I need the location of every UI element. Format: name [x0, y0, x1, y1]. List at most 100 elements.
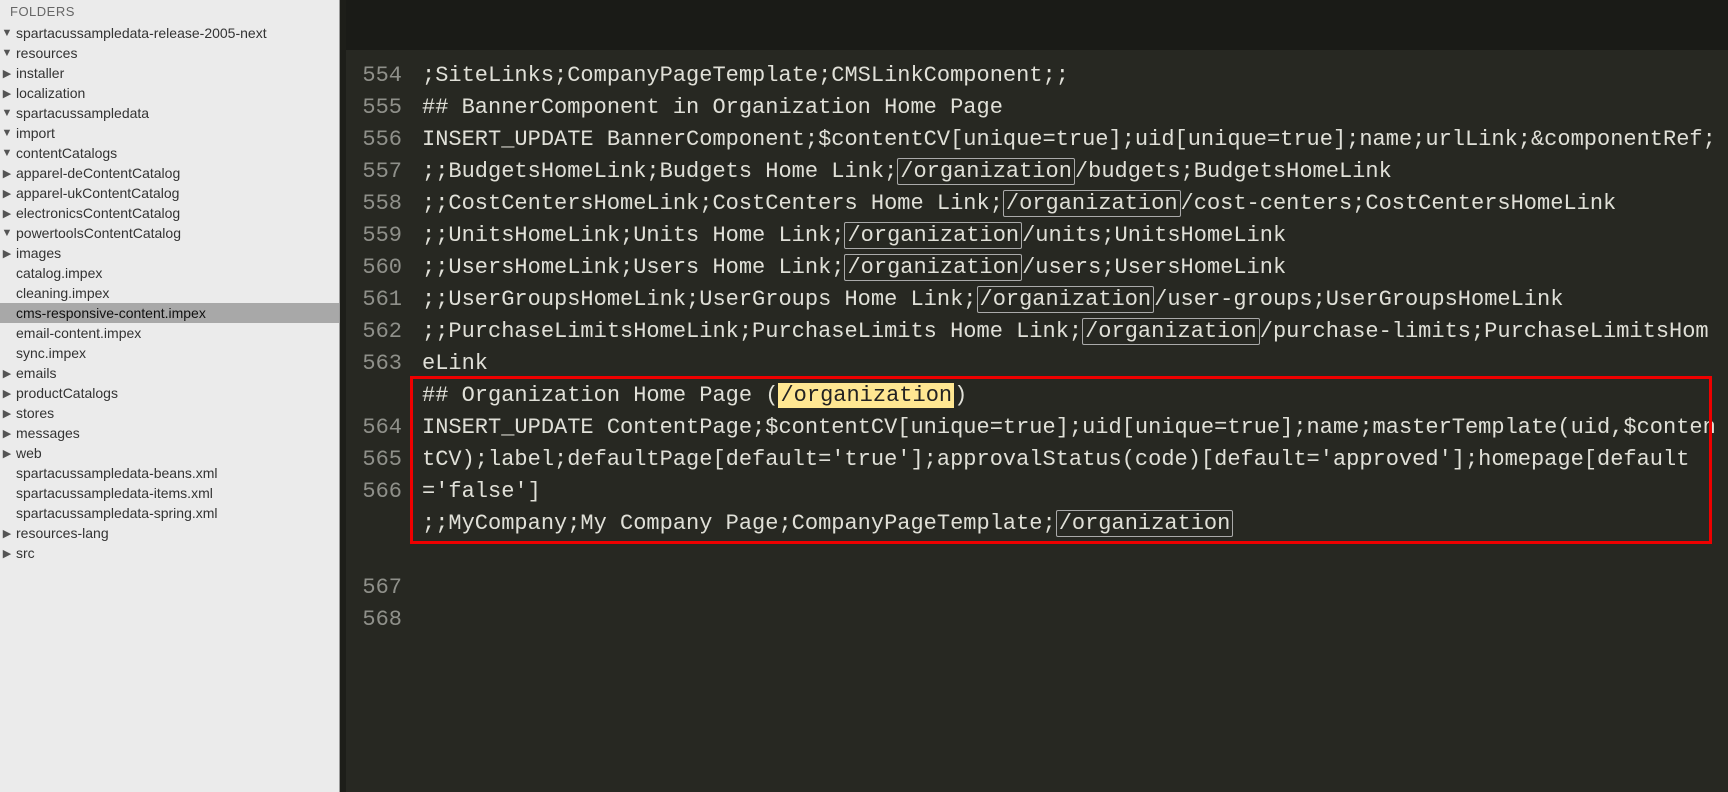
file-item[interactable]: spartacussampledata-items.xml	[0, 483, 339, 503]
file-item[interactable]: cms-responsive-content.impex	[0, 303, 339, 323]
code-area[interactable]: ;SiteLinks;CompanyPageTemplate;CMSLinkCo…	[416, 50, 1728, 792]
folder-item[interactable]: ▼contentCatalogs	[0, 143, 339, 163]
code-line[interactable]: ;;UsersHomeLink;Users Home Link;/organiz…	[422, 252, 1720, 284]
code-line[interactable]: ;;MyCompany;My Company Page;CompanyPageT…	[422, 508, 1720, 540]
code-line[interactable]: ;;UserGroupsHomeLink;UserGroups Home Lin…	[422, 284, 1720, 316]
tree-label: spartacussampledata-items.xml	[14, 485, 213, 501]
code-line[interactable]: INSERT_UPDATE ContentPage;$contentCV[uni…	[422, 412, 1720, 508]
line-number: 564	[346, 412, 402, 444]
tree-label: emails	[14, 365, 56, 381]
chevron-right-icon: ▶	[0, 207, 14, 220]
line-number: 557	[346, 156, 402, 188]
code-text: )	[954, 383, 967, 408]
folder-item[interactable]: ▶messages	[0, 423, 339, 443]
tree-label: spartacussampledata-spring.xml	[14, 505, 218, 521]
chevron-down-icon: ▼	[0, 127, 14, 139]
folder-item[interactable]: ▶web	[0, 443, 339, 463]
file-item[interactable]: catalog.impex	[0, 263, 339, 283]
chevron-right-icon: ▶	[0, 527, 14, 540]
folder-item[interactable]: ▶resources-lang	[0, 523, 339, 543]
file-item[interactable]: email-content.impex	[0, 323, 339, 343]
code-text: ## BannerComponent in Organization Home …	[422, 95, 1003, 120]
search-match: /organization	[977, 286, 1155, 313]
line-number: 558	[346, 188, 402, 220]
folder-item[interactable]: ▶productCatalogs	[0, 383, 339, 403]
folder-item[interactable]: ▼import	[0, 123, 339, 143]
file-item[interactable]: spartacussampledata-spring.xml	[0, 503, 339, 523]
code-line[interactable]: ;;CostCentersHomeLink;CostCenters Home L…	[422, 188, 1720, 220]
folder-item[interactable]: ▶apparel-deContentCatalog	[0, 163, 339, 183]
sidebar-header: FOLDERS	[0, 0, 339, 23]
tree-label: installer	[14, 65, 64, 81]
code-line[interactable]: ;;UnitsHomeLink;Units Home Link;/organiz…	[422, 220, 1720, 252]
code-text: INSERT_UPDATE ContentPage;$contentCV[uni…	[422, 415, 1716, 504]
code-line[interactable]: ## BannerComponent in Organization Home …	[422, 92, 1720, 124]
line-number: 563	[346, 348, 402, 380]
chevron-right-icon: ▶	[0, 407, 14, 420]
folder-item[interactable]: ▼spartacussampledata	[0, 103, 339, 123]
file-item[interactable]: sync.impex	[0, 343, 339, 363]
code-text: ## Organization Home Page (	[422, 383, 778, 408]
search-match: /organization	[844, 254, 1022, 281]
folder-item[interactable]: ▶localization	[0, 83, 339, 103]
tree-label: contentCatalogs	[14, 145, 117, 161]
code-text: ;;PurchaseLimitsHomeLink;PurchaseLimits …	[422, 319, 1082, 344]
chevron-down-icon: ▼	[0, 147, 14, 159]
line-number: 555	[346, 92, 402, 124]
tree-label: cleaning.impex	[14, 285, 109, 301]
search-match: /organization	[1056, 510, 1234, 537]
folder-sidebar[interactable]: FOLDERS ▼spartacussampledata-release-200…	[0, 0, 340, 792]
code-text: ;;UsersHomeLink;Users Home Link;	[422, 255, 844, 280]
folder-item[interactable]: ▶src	[0, 543, 339, 563]
code-line[interactable]: ;;PurchaseLimitsHomeLink;PurchaseLimits …	[422, 316, 1720, 380]
folder-item[interactable]: ▼resources	[0, 43, 339, 63]
line-number: 560	[346, 252, 402, 284]
code-text: /budgets;BudgetsHomeLink	[1075, 159, 1392, 184]
code-text: ;;MyCompany;My Company Page;CompanyPageT…	[422, 511, 1056, 536]
code-text: ;;UserGroupsHomeLink;UserGroups Home Lin…	[422, 287, 977, 312]
tree-label: import	[14, 125, 55, 141]
file-item[interactable]: cleaning.impex	[0, 283, 339, 303]
code-text: INSERT_UPDATE BannerComponent;$contentCV…	[422, 127, 1716, 152]
code-line[interactable]: ## Organization Home Page (/organization…	[422, 380, 1720, 412]
chevron-down-icon: ▼	[0, 47, 14, 59]
chevron-right-icon: ▶	[0, 67, 14, 80]
chevron-down-icon: ▼	[0, 27, 14, 39]
code-line[interactable]: ;;BudgetsHomeLink;Budgets Home Link;/org…	[422, 156, 1720, 188]
folder-item[interactable]: ▶stores	[0, 403, 339, 423]
folder-item[interactable]: ▶emails	[0, 363, 339, 383]
tree-label: apparel-deContentCatalog	[14, 165, 180, 181]
tree-label: images	[14, 245, 61, 261]
file-item[interactable]: spartacussampledata-beans.xml	[0, 463, 339, 483]
code-editor[interactable]: 554555556557558559560561562563 564565566…	[346, 0, 1728, 792]
line-number-gutter: 554555556557558559560561562563 564565566…	[346, 50, 416, 792]
tree-label: resources-lang	[14, 525, 109, 541]
tree-label: messages	[14, 425, 80, 441]
tree-label: productCatalogs	[14, 385, 118, 401]
code-line[interactable]: INSERT_UPDATE BannerComponent;$contentCV…	[422, 124, 1720, 156]
line-number: 567	[346, 572, 402, 604]
tree-label: electronicsContentCatalog	[14, 205, 180, 221]
code-text: /units;UnitsHomeLink	[1022, 223, 1286, 248]
folder-item[interactable]: ▼spartacussampledata-release-2005-next	[0, 23, 339, 43]
code-text: ;SiteLinks;CompanyPageTemplate;CMSLinkCo…	[422, 63, 1069, 88]
tree-label: spartacussampledata-release-2005-next	[14, 25, 267, 41]
tree-label: email-content.impex	[14, 325, 141, 341]
folder-item[interactable]: ▼powertoolsContentCatalog	[0, 223, 339, 243]
tree-label: spartacussampledata-beans.xml	[14, 465, 218, 481]
tree-label: apparel-ukContentCatalog	[14, 185, 179, 201]
folder-item[interactable]: ▶installer	[0, 63, 339, 83]
tree-label: powertoolsContentCatalog	[14, 225, 181, 241]
chevron-right-icon: ▶	[0, 247, 14, 260]
folder-tree[interactable]: ▼spartacussampledata-release-2005-next▼r…	[0, 23, 339, 563]
chevron-right-icon: ▶	[0, 187, 14, 200]
folder-item[interactable]: ▶apparel-ukContentCatalog	[0, 183, 339, 203]
code-text: ;;CostCentersHomeLink;CostCenters Home L…	[422, 191, 1003, 216]
code-text: ;;UnitsHomeLink;Units Home Link;	[422, 223, 844, 248]
code-line[interactable]: ;SiteLinks;CompanyPageTemplate;CMSLinkCo…	[422, 60, 1720, 92]
tree-label: catalog.impex	[14, 265, 102, 281]
folder-item[interactable]: ▶images	[0, 243, 339, 263]
tree-label: resources	[14, 45, 77, 61]
folder-item[interactable]: ▶electronicsContentCatalog	[0, 203, 339, 223]
tab-strip	[346, 0, 1728, 50]
